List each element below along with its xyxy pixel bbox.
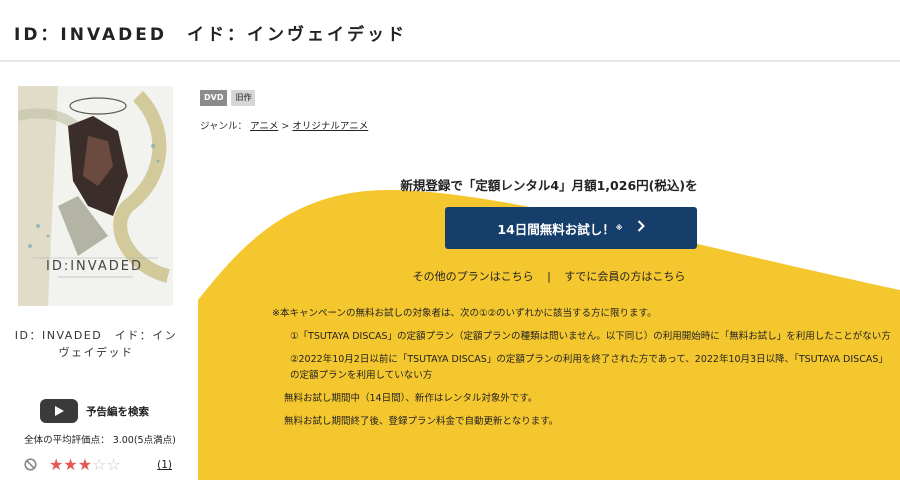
play-icon	[40, 399, 78, 423]
other-plans-link[interactable]: その他のプランはこちら	[413, 270, 534, 283]
trailer-search-button[interactable]: 予告編を検索	[40, 398, 149, 424]
plan-links: その他のプランはこちら | すでに会員の方はこちら	[198, 268, 900, 284]
item-name: ID：INVADED イド：インヴェイデッド	[14, 329, 178, 359]
trailer-search-label: 予告編を検索	[86, 405, 149, 418]
rating-row: ★ ★ ★ ☆ ☆ (1)	[24, 456, 172, 474]
genre-label: ジャンル：	[200, 121, 248, 132]
badge-old-release: 旧作	[231, 90, 256, 106]
campaign-notes: ※本キャンペーンの無料お試しの対象者は、次の①②のいずれかに該当する方に限ります…	[272, 306, 892, 437]
rating-stars: ★ ★ ★ ☆ ☆	[49, 457, 121, 473]
page-header: ID：INVADED イド：インヴェイデッド	[0, 0, 900, 62]
link-separator: |	[547, 270, 551, 283]
star-icon: ☆	[106, 455, 121, 474]
campaign-headline: 新規登録で「定額レンタル4」月額1,026円(税込)を	[400, 178, 698, 193]
jacket-image[interactable]: ID:INVADED	[18, 86, 173, 306]
average-rating: 全体の平均評価点： 3.00(5点満点)	[24, 435, 176, 446]
genre-link-original-anime[interactable]: オリジナルアニメ	[292, 121, 368, 132]
free-trial-label: 14日間無料お試し！	[497, 221, 615, 237]
notes-auto-renewal: 無料お試し期間終了後、登録プラン料金で自動更新となります。	[284, 416, 559, 427]
chevron-right-icon	[637, 220, 645, 236]
notes-trial-exclusion: 無料お試し期間中（14日間）、新作はレンタル対象外です。	[284, 393, 538, 404]
star-icon: ☆	[92, 455, 107, 474]
star-icon: ★	[63, 455, 78, 474]
star-icon: ★	[49, 455, 64, 474]
notes-intro: ※本キャンペーンの無料お試しの対象者は、次の①②のいずれかに該当する方に限ります…	[272, 308, 657, 319]
notes-condition-1: ①「TSUTAYA DISCAS」の定額プラン（定額プランの種類は問いません。以…	[290, 331, 891, 342]
jacket-logo-text: ID:INVADED	[46, 259, 143, 274]
review-count-link[interactable]: (1)	[157, 459, 172, 471]
free-trial-button[interactable]: 14日間無料お試し！ ※	[445, 207, 697, 249]
page-title: ID：INVADED イド：インヴェイデッド	[14, 25, 407, 45]
badge-dvd: DVD	[200, 90, 228, 106]
free-trial-note-mark: ※	[615, 224, 623, 232]
notes-condition-2: ②2022年10月2日以前に「TSUTAYA DISCAS」の定額プランの利用を…	[290, 354, 888, 381]
jacket-artwork: ID:INVADED	[18, 86, 173, 306]
genre-breadcrumb: ジャンル： アニメ > オリジナルアニメ	[200, 118, 368, 132]
genre-link-anime[interactable]: アニメ	[250, 121, 278, 132]
member-login-link[interactable]: すでに会員の方はこちら	[564, 270, 685, 283]
genre-separator: >	[281, 121, 290, 132]
star-icon: ★	[77, 455, 93, 474]
no-entry-icon[interactable]	[24, 456, 37, 475]
media-badges: DVD 旧作	[200, 90, 256, 106]
